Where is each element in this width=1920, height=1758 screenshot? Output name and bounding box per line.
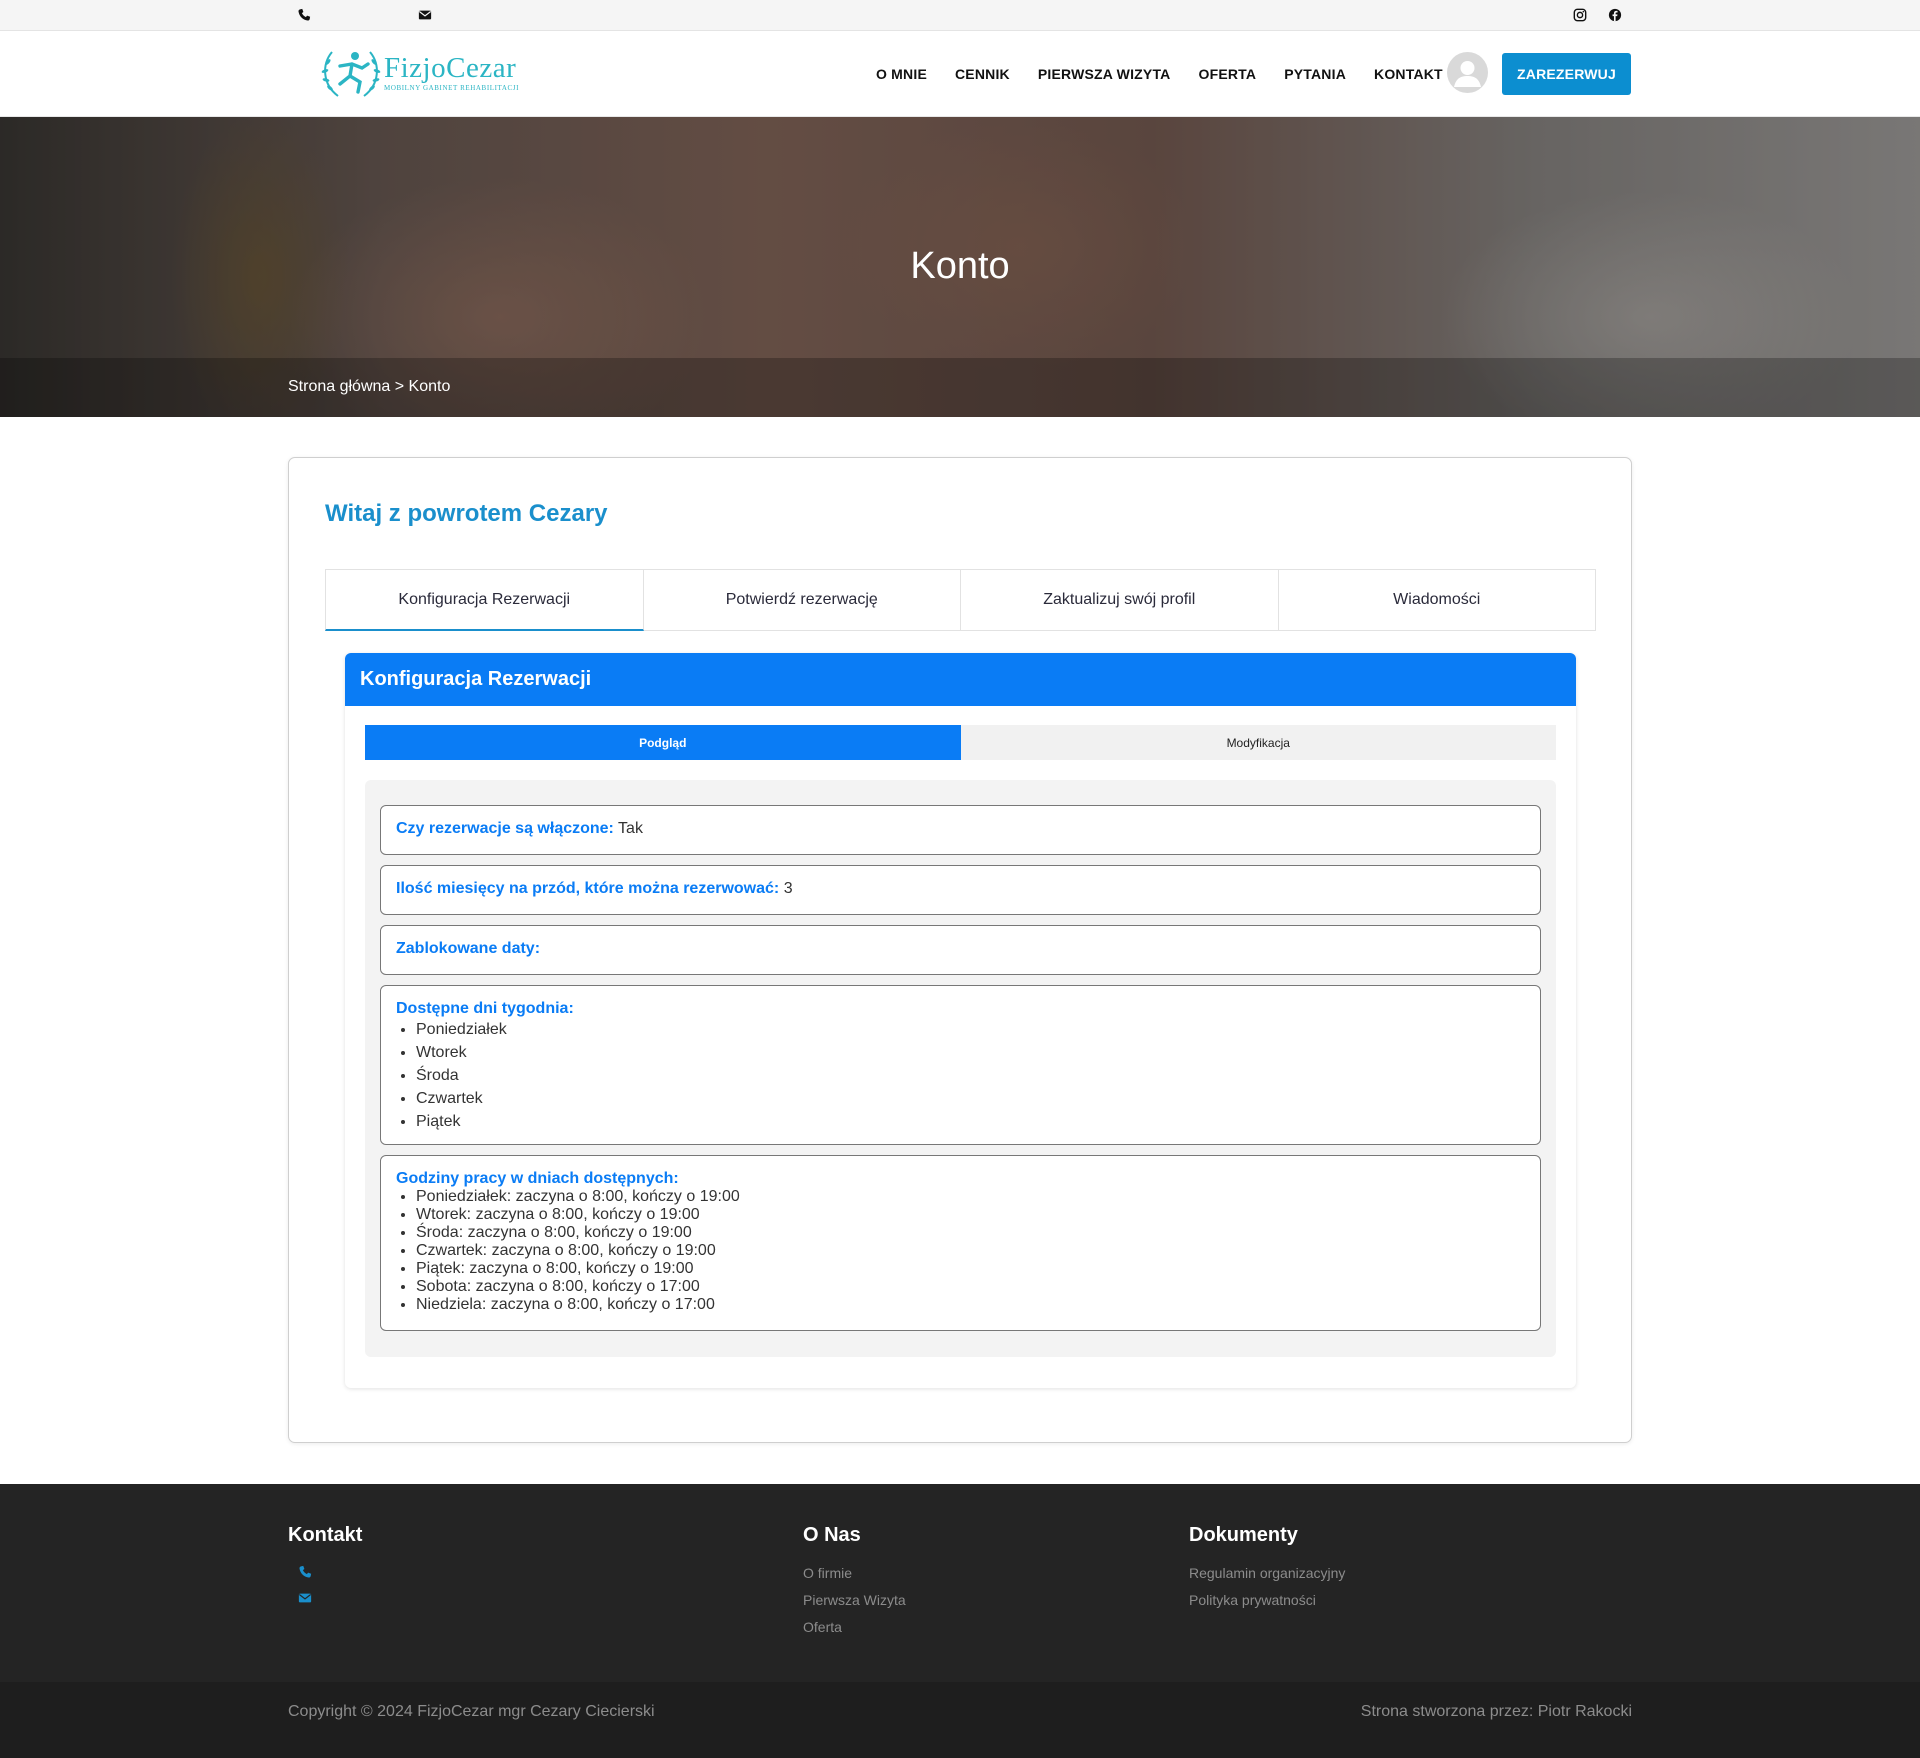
site-header: FizjoCezar MOBILNY GABINET REHABILITACJI… [0,31,1920,117]
laurel-logo-icon [321,51,381,97]
working-hours-label: Godziny pracy w dniach dostępnych: [396,1170,679,1187]
footer-about-title: O Nas [803,1524,861,1546]
footer-link-pierwsza-wizyta[interactable]: Pierwsza Wizyta [803,1592,906,1608]
list-item: Niedziela: zaczyna o 8:00, kończy o 17:0… [416,1296,1525,1314]
footer-contact: Kontakt [288,1524,362,1617]
bookings-enabled-label: Czy rezerwacje są włączone: [396,820,614,837]
footer-bottom-bar: Copyright © 2024 FizjoCezar mgr Cezary C… [0,1682,1920,1758]
footer-about: O Nas O firmie Pierwsza Wizyta Oferta [803,1524,906,1646]
months-ahead-row: Ilość miesięcy na przód, które można rez… [380,865,1541,915]
brand-logo[interactable]: FizjoCezar MOBILNY GABINET REHABILITACJI [318,42,519,104]
page-title: Konto [910,245,1010,287]
envelope-icon[interactable] [298,1591,312,1605]
list-item: Sobota: zaczyna o 8:00, kończy o 17:00 [416,1278,1525,1296]
instagram-icon[interactable] [1573,8,1589,24]
list-item: Poniedziałek: zaczyna o 8:00, kończy o 1… [416,1188,1525,1206]
top-contact-bar [0,0,1920,31]
subtab-modify[interactable]: Modyfikacja [960,725,1556,760]
config-preview: Czy rezerwacje są włączone: Tak Ilość mi… [365,780,1556,1357]
subtab-preview[interactable]: Podgląd [365,725,961,760]
panel-title: Konfiguracja Rezerwacji [345,653,1576,706]
nav-item-o-mnie[interactable]: O MNIE [876,66,927,82]
brand-tagline: MOBILNY GABINET REHABILITACJI [384,84,520,92]
nav-item-pierwsza-wizyta[interactable]: PIERWSZA WIZYTA [1038,66,1171,82]
footer-documents: Dokumenty Regulamin organizacyjny Polity… [1189,1524,1345,1619]
account-tabs: Konfiguracja Rezerwacji Potwierdź rezerw… [325,569,1596,631]
breadcrumb-bar: Strona główna > Konto [0,358,1920,417]
phone-icon[interactable] [298,1565,312,1579]
available-days-row: Dostępne dni tygodnia: Poniedziałek Wtor… [380,985,1541,1145]
list-item: Poniedziałek [416,1018,1525,1041]
site-footer: Kontakt O Nas O firmie Pierwsza Wizyta O… [0,1484,1920,1758]
user-avatar-icon[interactable] [1447,52,1488,93]
available-days-list: Poniedziałek Wtorek Środa Czwartek Piąte… [416,1018,1525,1133]
list-item: Piątek: zaczyna o 8:00, kończy o 19:00 [416,1260,1525,1278]
facebook-icon[interactable] [1608,8,1624,24]
list-item: Środa [416,1064,1525,1087]
working-hours-list: Poniedziałek: zaczyna o 8:00, kończy o 1… [416,1188,1525,1314]
list-item: Czwartek: zaczyna o 8:00, kończy o 19:00 [416,1242,1525,1260]
available-days-label: Dostępne dni tygodnia: [396,1000,574,1017]
tab-confirm-booking[interactable]: Potwierdź rezerwację [643,569,961,631]
phone-icon[interactable] [297,8,313,24]
breadcrumb[interactable]: Strona główna > Konto [288,378,450,396]
footer-documents-title: Dokumenty [1189,1524,1298,1546]
list-item: Czwartek [416,1087,1525,1110]
list-item: Piątek [416,1110,1525,1133]
list-item: Wtorek [416,1041,1525,1064]
brand-name: FizjoCezar [384,52,517,84]
blocked-dates-label: Zablokowane daty: [396,940,541,957]
nav-item-pytania[interactable]: PYTANIA [1284,66,1346,82]
nav-item-kontakt[interactable]: KONTAKT [1374,66,1443,82]
footer-link-polityka[interactable]: Polityka prywatności [1189,1592,1345,1608]
footer-link-regulamin[interactable]: Regulamin organizacyjny [1189,1565,1345,1581]
working-hours-row: Godziny pracy w dniach dostępnych: Ponie… [380,1155,1541,1331]
list-item: Środa: zaczyna o 8:00, kończy o 19:00 [416,1224,1525,1242]
footer-link-oferta[interactable]: Oferta [803,1619,906,1635]
page-hero: Konto Strona główna > Konto [0,117,1920,417]
nav-item-oferta[interactable]: OFERTA [1198,66,1256,82]
nav-item-cennik[interactable]: CENNIK [955,66,1010,82]
tab-update-profile[interactable]: Zaktualizuj swój profil [961,569,1279,631]
reserve-button[interactable]: ZAREZERWUJ [1502,53,1631,95]
welcome-heading: Witaj z powrotem Cezary [325,500,608,527]
footer-contact-title: Kontakt [288,1524,363,1546]
footer-link-o-firmie[interactable]: O firmie [803,1565,906,1581]
envelope-icon[interactable] [418,8,434,24]
credit-text: Strona stworzona przez: Piotr Rakocki [1360,1703,1632,1720]
copyright-text: Copyright © 2024 FizjoCezar mgr Cezary C… [288,1703,655,1720]
main-nav: O MNIE CENNIK PIERWSZA WIZYTA OFERTA PYT… [876,31,1443,117]
account-card: Witaj z powrotem Cezary Konfiguracja Rez… [288,457,1632,1443]
bookings-enabled-value: Tak [618,820,643,837]
booking-config-panel: Konfiguracja Rezerwacji Podgląd Modyfika… [345,653,1576,1388]
tab-messages[interactable]: Wiadomości [1278,569,1596,631]
view-mode-tabs: Podgląd Modyfikacja [365,725,1556,760]
tab-booking-config[interactable]: Konfiguracja Rezerwacji [325,569,644,631]
bookings-enabled-row: Czy rezerwacje są włączone: Tak [380,805,1541,855]
blocked-dates-row: Zablokowane daty: [380,925,1541,975]
months-ahead-value: 3 [783,880,793,897]
list-item: Wtorek: zaczyna o 8:00, kończy o 19:00 [416,1206,1525,1224]
months-ahead-label: Ilość miesięcy na przód, które można rez… [396,880,780,897]
